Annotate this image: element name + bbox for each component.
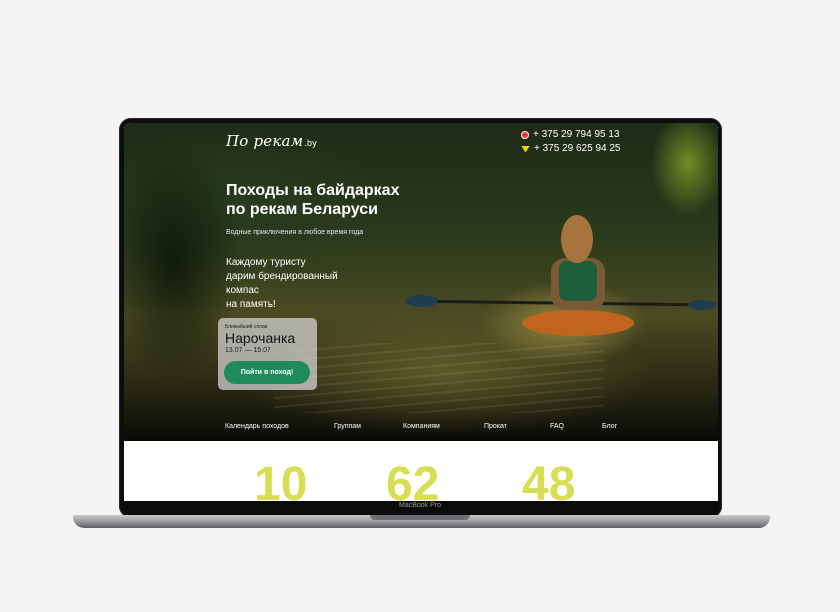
logo-tld-text: .by [304, 138, 317, 148]
hero-title: Походы на байдарках по рекам Беларуси [226, 181, 446, 219]
nav-item-calendar[interactable]: Календарь походов [225, 423, 289, 430]
join-trip-button[interactable]: Пойти в поход! [224, 361, 310, 384]
phone-number: + 375 29 625 94 25 [534, 143, 621, 154]
promo-line: дарим брендированный компас [226, 271, 338, 296]
phone-item[interactable]: + 375 29 625 94 25 [521, 142, 620, 156]
kayak-hull [522, 310, 634, 336]
hero-subtitle: Водные приключения в любое время года [226, 229, 364, 236]
nav-item-faq[interactable]: FAQ [550, 423, 564, 430]
device-model-label: MacBook Pro [398, 502, 442, 509]
hero-promo: Каждому туристу дарим брендированный ком… [226, 256, 366, 312]
next-trip-card: Ближайший сплав Нарочанка 13.07 — 15.07 … [218, 318, 317, 390]
nav-item-groups[interactable]: Группам [334, 423, 361, 430]
laptop-base-notch [370, 515, 470, 520]
kayaker-illustration [405, 215, 717, 336]
next-trip-dates: 13.07 — 15.07 [225, 347, 271, 354]
main-nav: Календарь походов Группам Компаниям Прок… [124, 423, 718, 437]
laptop-screen: По рекам.by + 375 29 794 95 13 + 375 29 … [124, 123, 718, 512]
promo-line: на память! [226, 299, 276, 310]
kayaker-life-vest [559, 261, 597, 301]
hero-water-ripples [274, 343, 604, 413]
paddle-blade-left [406, 295, 438, 307]
nav-item-rental[interactable]: Прокат [484, 423, 507, 430]
logo-main-text: По рекам [226, 132, 304, 150]
paddle-blade-right [688, 300, 716, 310]
phone-number: + 375 29 794 95 13 [533, 129, 620, 140]
site-logo[interactable]: По рекам.by [226, 132, 317, 150]
life-operator-icon [521, 146, 530, 153]
next-trip-name: Нарочанка [225, 330, 296, 346]
kayaker-hair [561, 215, 593, 263]
hero-title-line: Походы на байдарках [226, 182, 400, 199]
contact-phones: + 375 29 794 95 13 + 375 29 625 94 25 [521, 128, 620, 156]
promo-line: Каждому туристу [226, 257, 306, 268]
hero-title-line: по рекам Беларуси [226, 201, 378, 218]
nav-item-companies[interactable]: Компаниям [403, 423, 440, 430]
phone-item[interactable]: + 375 29 794 95 13 [521, 128, 620, 142]
hero-section: По рекам.by + 375 29 794 95 13 + 375 29 … [124, 123, 718, 441]
a1-operator-icon [521, 131, 529, 139]
nav-item-blog[interactable]: Блог [602, 423, 617, 430]
